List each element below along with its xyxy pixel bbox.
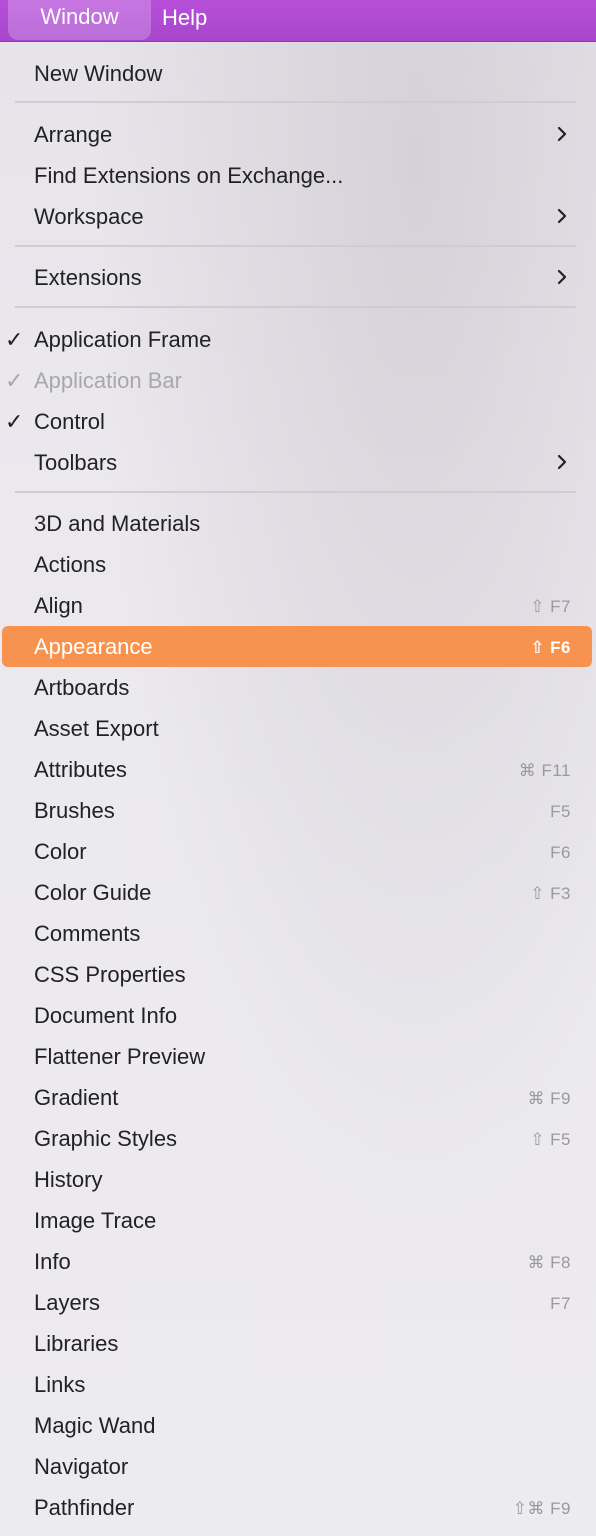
menu-item-actions[interactable]: Actions: [0, 544, 596, 585]
window-menu-dropdown: New Window Arrange Find Extensions on Ex…: [0, 42, 596, 1536]
menu-item-label: Navigator: [34, 1454, 129, 1479]
menu-item-label: Arrange: [34, 122, 113, 147]
chevron-right-icon: [557, 208, 567, 224]
menu-item-label: Control: [34, 409, 105, 434]
menu-item-shortcut: ⇧ F6: [530, 638, 571, 657]
menu-item-label: Appearance: [34, 634, 153, 659]
menu-item-attributes[interactable]: Attributes ⌘ F11: [0, 749, 596, 790]
menu-item-label: Actions: [34, 552, 107, 577]
chevron-right-icon: [557, 454, 567, 470]
menu-item-label: Flattener Preview: [34, 1044, 206, 1069]
menu-item-appearance[interactable]: Appearance ⇧ F6: [2, 626, 592, 667]
menu-item-3d-and-materials[interactable]: 3D and Materials: [0, 503, 596, 544]
menu-item-label: Toolbars: [34, 450, 118, 475]
menu-item-history[interactable]: History: [0, 1159, 596, 1200]
checkmark-icon: ✓: [5, 368, 24, 393]
menu-item-shortcut: ⇧ F3: [530, 884, 571, 903]
menu-item-arrange[interactable]: Arrange: [0, 114, 596, 155]
menu-item-toolbars[interactable]: Toolbars: [0, 442, 596, 483]
menu-item-links[interactable]: Links: [0, 1364, 596, 1405]
menu-item-label: Find Extensions on Exchange...: [34, 163, 344, 188]
menu-item-label: Color: [34, 839, 87, 864]
chevron-right-icon: [557, 269, 567, 285]
menu-item-label: Brushes: [34, 798, 115, 823]
menu-item-application-bar: ✓ Application Bar: [0, 360, 596, 401]
menu-item-flattener-preview[interactable]: Flattener Preview: [0, 1036, 596, 1077]
menu-item-label: Document Info: [34, 1003, 178, 1028]
menu-item-navigator[interactable]: Navigator: [0, 1446, 596, 1487]
menu-item-shortcut: ⌘ F11: [518, 761, 571, 780]
menubar-window[interactable]: Window: [8, 0, 151, 40]
menu-item-info[interactable]: Info ⌘ F8: [0, 1241, 596, 1282]
menu-item-label: 3D and Materials: [34, 511, 201, 536]
menu-item-application-frame[interactable]: ✓ Application Frame: [0, 319, 596, 360]
menu-separator: [15, 245, 576, 247]
menu-item-document-info[interactable]: Document Info: [0, 995, 596, 1036]
menu-item-label: New Window: [34, 61, 163, 86]
menu-item-label: Gradient: [34, 1085, 119, 1110]
menu-item-shortcut: ⌘ F9: [527, 1089, 571, 1108]
menu-item-label: CSS Properties: [34, 962, 186, 987]
menu-item-workspace[interactable]: Workspace: [0, 196, 596, 237]
menu-item-shortcut: ⇧ F7: [530, 597, 571, 616]
checkmark-icon: ✓: [5, 409, 24, 434]
menu-item-magic-wand[interactable]: Magic Wand: [0, 1405, 596, 1446]
menu-item-comments[interactable]: Comments: [0, 913, 596, 954]
menu-item-gradient[interactable]: Gradient ⌘ F9: [0, 1077, 596, 1118]
menu-item-label: Attributes: [34, 757, 127, 782]
menu-item-label: Align: [34, 593, 83, 618]
menu-item-align[interactable]: Align ⇧ F7: [0, 585, 596, 626]
menu-item-find-extensions[interactable]: Find Extensions on Exchange...: [0, 155, 596, 196]
menu-separator: [15, 306, 576, 308]
menu-item-extensions[interactable]: Extensions: [0, 257, 596, 298]
menu-item-label: Graphic Styles: [34, 1126, 178, 1151]
menu-separator: [15, 491, 576, 493]
menu-item-artboards[interactable]: Artboards: [0, 667, 596, 708]
menu-item-image-trace[interactable]: Image Trace: [0, 1200, 596, 1241]
menu-item-label: Layers: [34, 1290, 101, 1315]
menu-item-shortcut: F7: [550, 1294, 571, 1313]
menu-item-shortcut: ⇧⌘ F9: [512, 1499, 571, 1518]
menu-item-label: Extensions: [34, 265, 142, 290]
chevron-right-icon: [557, 126, 567, 142]
menu-item-shortcut: F5: [550, 802, 571, 821]
menu-item-graphic-styles[interactable]: Graphic Styles ⇧ F5: [0, 1118, 596, 1159]
screen: Window Help New Window Arrange Find Exte…: [0, 0, 596, 1536]
menu-item-shortcut: ⇧ F5: [530, 1130, 571, 1149]
menu-item-label: Libraries: [34, 1331, 119, 1356]
menu-item-pathfinder[interactable]: Pathfinder ⇧⌘ F9: [0, 1487, 596, 1528]
menu-item-css-properties[interactable]: CSS Properties: [0, 954, 596, 995]
menu-item-layers[interactable]: Layers F7: [0, 1282, 596, 1323]
menu-item-label: History: [34, 1167, 103, 1192]
menu-item-label: Image Trace: [34, 1208, 157, 1233]
menu-item-label: Pathfinder: [34, 1495, 135, 1520]
menu-item-label: Asset Export: [34, 716, 159, 741]
menu-bar: Window Help: [0, 0, 596, 42]
menu-item-label: Application Bar: [34, 368, 182, 393]
menu-item-label: Comments: [34, 921, 141, 946]
menu-item-shortcut: F6: [550, 843, 571, 862]
menu-item-label: Links: [34, 1372, 86, 1397]
menu-item-label: Magic Wand: [34, 1413, 156, 1438]
checkmark-icon: ✓: [5, 327, 24, 352]
menu-item-shortcut: ⌘ F8: [527, 1253, 571, 1272]
menu-item-label: Artboards: [34, 675, 130, 700]
menu-item-color[interactable]: Color F6: [0, 831, 596, 872]
menu-item-new-window[interactable]: New Window: [0, 53, 596, 94]
menu-item-libraries[interactable]: Libraries: [0, 1323, 596, 1364]
menu-separator: [15, 101, 576, 103]
menu-item-color-guide[interactable]: Color Guide ⇧ F3: [0, 872, 596, 913]
menu-item-label: Info: [34, 1249, 71, 1274]
menubar-help[interactable]: Help: [162, 0, 207, 40]
menu-item-label: Application Frame: [34, 327, 212, 352]
menu-item-label: Workspace: [34, 204, 144, 229]
menu-item-asset-export[interactable]: Asset Export: [0, 708, 596, 749]
menu-item-control[interactable]: ✓ Control: [0, 401, 596, 442]
menu-item-label: Color Guide: [34, 880, 152, 905]
menu-item-brushes[interactable]: Brushes F5: [0, 790, 596, 831]
